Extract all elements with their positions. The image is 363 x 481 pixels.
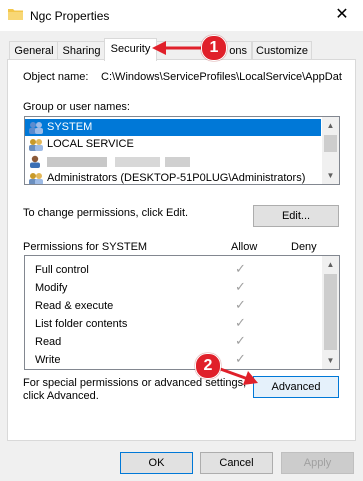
tab-customize[interactable]: Customize xyxy=(252,41,312,60)
list-item-label: SYSTEM xyxy=(47,121,93,133)
cancel-button[interactable]: Cancel xyxy=(200,452,273,474)
permissions-scrollbar[interactable]: ▲ ▼ xyxy=(322,256,339,369)
users-icon xyxy=(29,122,43,134)
object-name-value: C:\Windows\ServiceProfiles\LocalService\… xyxy=(101,71,342,83)
scroll-thumb[interactable] xyxy=(324,274,337,350)
scroll-up-icon[interactable]: ▲ xyxy=(322,256,339,273)
user-icon xyxy=(30,155,40,168)
permissions-label: Permissions for SYSTEM xyxy=(23,241,148,253)
permission-label: Full control xyxy=(35,264,89,276)
advanced-button[interactable]: Advanced xyxy=(253,376,339,398)
users-icon xyxy=(29,173,43,184)
change-permissions-text: To change permissions, click Edit. xyxy=(23,207,189,219)
apply-button: Apply xyxy=(281,452,354,474)
annotation-badge-2: 2 xyxy=(195,353,221,379)
scroll-down-icon[interactable]: ▼ xyxy=(322,167,339,184)
annotation-badge-1: 1 xyxy=(201,35,227,61)
redacted-text xyxy=(115,157,160,167)
list-item-label: LOCAL SERVICE xyxy=(47,138,134,150)
group-list[interactable]: SYSTEM LOCAL SERVICE Administrators (DES… xyxy=(24,116,340,185)
list-item[interactable]: Administrators (DESKTOP-51P0LUG\Administ… xyxy=(25,170,321,184)
title-bar: Ngc Properties ✕ xyxy=(0,0,363,31)
advanced-hint-line2: click Advanced. xyxy=(23,390,99,402)
deny-header: Deny xyxy=(291,241,317,253)
permission-label: List folder contents xyxy=(35,318,128,330)
allow-check-icon: ✓ xyxy=(235,315,246,330)
scroll-thumb[interactable] xyxy=(324,135,337,152)
allow-check-icon: ✓ xyxy=(235,297,246,312)
folder-icon xyxy=(8,9,23,20)
group-names-label: Group or user names: xyxy=(23,101,130,113)
window-title: Ngc Properties xyxy=(30,9,110,23)
list-item[interactable] xyxy=(25,153,321,170)
scroll-up-icon[interactable]: ▲ xyxy=(322,117,339,134)
group-list-scrollbar[interactable]: ▲ ▼ xyxy=(322,117,339,184)
redacted-text xyxy=(165,157,190,167)
permission-label: Read & execute xyxy=(35,300,114,312)
scroll-down-icon[interactable]: ▼ xyxy=(322,352,339,369)
tab-general[interactable]: General xyxy=(9,41,59,60)
allow-check-icon: ✓ xyxy=(235,279,246,294)
list-item-label: Administrators (DESKTOP-51P0LUG\Administ… xyxy=(47,172,306,184)
permissions-list: Full control ✓ Modify ✓ Read & execute ✓… xyxy=(24,255,340,370)
list-item[interactable]: SYSTEM xyxy=(25,119,321,136)
list-item[interactable]: LOCAL SERVICE xyxy=(25,136,321,153)
permission-label: Read xyxy=(35,336,62,348)
users-icon xyxy=(29,139,43,151)
close-icon[interactable]: ✕ xyxy=(331,4,353,26)
tab-sharing[interactable]: Sharing xyxy=(57,41,106,60)
allow-check-icon: ✓ xyxy=(235,333,246,348)
permission-label: Modify xyxy=(35,282,68,294)
allow-header: Allow xyxy=(231,241,258,253)
edit-button[interactable]: Edit... xyxy=(253,205,339,227)
object-name-label: Object name: xyxy=(23,71,89,83)
allow-check-icon: ✓ xyxy=(235,261,246,276)
redacted-text xyxy=(47,157,107,167)
permission-label: Write xyxy=(35,354,61,366)
ok-button[interactable]: OK xyxy=(120,452,193,474)
